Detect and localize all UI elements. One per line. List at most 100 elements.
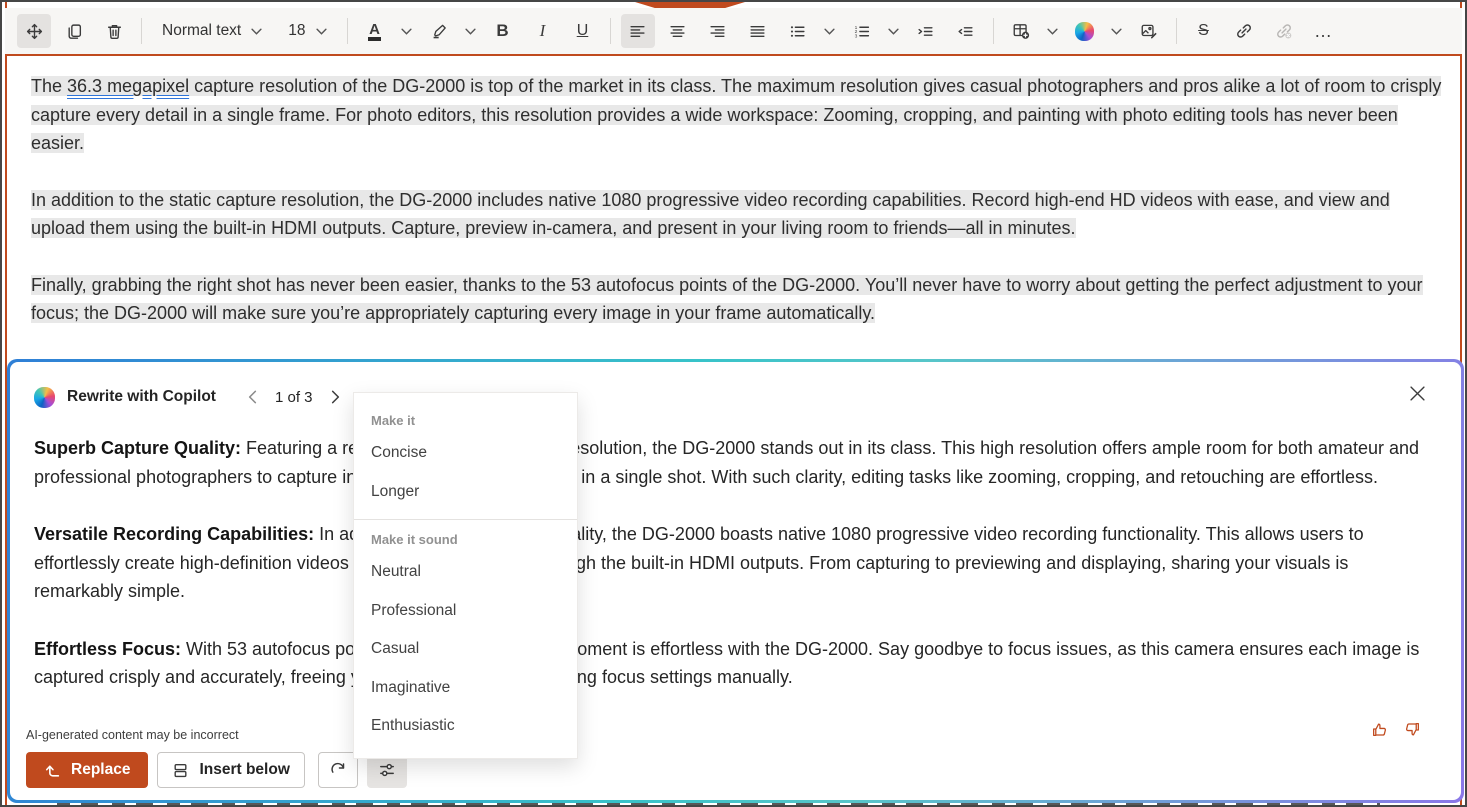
font-size-dropdown[interactable]: 18 [278, 14, 336, 48]
strikethrough-icon: S [1198, 22, 1209, 40]
menu-item-enthusiastic[interactable]: Enthusiastic [354, 707, 577, 746]
adjust-icon [378, 761, 396, 779]
align-center-button[interactable] [661, 14, 695, 48]
toolbar-divider [141, 18, 142, 44]
feedback-buttons [1371, 721, 1421, 738]
copilot-icon [34, 387, 55, 408]
panel-title: Rewrite with Copilot [67, 388, 216, 406]
delete-button[interactable] [97, 14, 131, 48]
chevron-left-icon [248, 390, 257, 404]
justify-button[interactable] [741, 14, 775, 48]
copy-icon [66, 23, 83, 40]
copilot-button[interactable] [1068, 14, 1102, 48]
chevron-down-icon [316, 28, 327, 35]
suggestion-paragraph: Effortless Focus: With 53 autofocus poin… [34, 635, 1429, 692]
menu-item-neutral[interactable]: Neutral [354, 553, 577, 592]
image-edit-button[interactable] [1132, 14, 1166, 48]
replace-icon [44, 762, 61, 779]
menu-item-casual[interactable]: Casual [354, 630, 577, 669]
outdent-icon [957, 23, 974, 40]
close-panel-button[interactable] [1410, 386, 1425, 401]
bold-button[interactable]: B [486, 14, 520, 48]
regenerate-button[interactable] [318, 752, 358, 788]
suggestion-underlined-term[interactable]: 36.3 megapixel [67, 76, 189, 96]
increase-indent-button[interactable] [909, 14, 943, 48]
move-button[interactable] [17, 14, 51, 48]
bullet-list-icon [789, 23, 806, 40]
toolbar-divider [347, 18, 348, 44]
chevron-down-icon [1047, 28, 1058, 35]
italic-button[interactable]: I [526, 14, 560, 48]
highlight-dropdown[interactable] [462, 14, 480, 48]
paragraph-2: In addition to the static capture resolu… [31, 186, 1446, 243]
align-left-button[interactable] [621, 14, 655, 48]
numbered-list-button[interactable]: 123 [845, 14, 879, 48]
copilot-dropdown[interactable] [1108, 14, 1126, 48]
pagination-counter: 1 of 3 [275, 389, 313, 406]
menu-item-professional[interactable]: Professional [354, 592, 577, 631]
suggestion-paragraph: Superb Capture Quality: Featuring a rema… [34, 434, 1429, 491]
font-color-dropdown[interactable] [398, 14, 416, 48]
menu-item-imaginative[interactable]: Imaginative [354, 669, 577, 708]
link-button[interactable] [1227, 14, 1261, 48]
link-icon [1235, 22, 1253, 40]
insert-below-icon [172, 762, 189, 779]
document-text[interactable]: The 36.3 megapixel capture resolution of… [31, 72, 1446, 356]
insert-below-button[interactable]: Insert below [157, 752, 304, 788]
text-style-dropdown[interactable]: Normal text [152, 14, 272, 48]
highlight-button[interactable] [422, 14, 456, 48]
selected-text: In addition to the static capture resolu… [31, 190, 1390, 239]
bullet-list-button[interactable] [781, 14, 815, 48]
copilot-rewrite-panel: Rewrite with Copilot 1 of 3 Superb Captu… [7, 359, 1464, 803]
previous-suggestion-button[interactable] [242, 390, 263, 404]
align-right-button[interactable] [701, 14, 735, 48]
underline-button[interactable]: U [566, 14, 600, 48]
selected-text: Finally, grabbing the right shot has nev… [31, 275, 1423, 324]
indent-icon [917, 23, 934, 40]
font-color-icon: A [368, 22, 381, 41]
numbered-list-dropdown[interactable] [885, 14, 903, 48]
menu-divider [354, 519, 577, 520]
more-options-button[interactable]: … [1307, 14, 1341, 48]
bullet-list-dropdown[interactable] [821, 14, 839, 48]
next-suggestion-button[interactable] [325, 390, 346, 404]
font-color-button[interactable]: A [358, 14, 392, 48]
chevron-down-icon [401, 28, 412, 35]
action-buttons: Replace Insert below [26, 752, 407, 788]
justify-icon [749, 23, 766, 40]
selected-text: The 36.3 megapixel capture resolution of… [31, 76, 1441, 153]
panel-header: Rewrite with Copilot 1 of 3 [34, 382, 1439, 412]
text-box-border [7, 54, 1460, 56]
unlink-button[interactable] [1267, 14, 1301, 48]
tone-menu: Make it Concise Longer Make it sound Neu… [353, 392, 578, 759]
replace-button[interactable]: Replace [26, 752, 148, 788]
menu-section-header: Make it [354, 403, 577, 434]
menu-section-header: Make it sound [354, 522, 577, 553]
thumbs-down-button[interactable] [1404, 721, 1421, 738]
svg-text:3: 3 [855, 33, 858, 39]
image-edit-icon [1140, 22, 1158, 40]
copilot-icon [1075, 22, 1094, 41]
align-center-icon [669, 23, 686, 40]
move-icon [26, 23, 43, 40]
numbered-list-icon: 123 [853, 23, 870, 40]
paragraph-3: Finally, grabbing the right shot has nev… [31, 271, 1446, 328]
decrease-indent-button[interactable] [949, 14, 983, 48]
menu-item-concise[interactable]: Concise [354, 434, 577, 473]
thumbs-down-icon [1404, 721, 1421, 738]
menu-item-longer[interactable]: Longer [354, 473, 577, 512]
unlink-icon [1275, 22, 1293, 40]
table-dropdown[interactable] [1044, 14, 1062, 48]
strikethrough-button[interactable]: S [1187, 14, 1221, 48]
bold-icon: B [496, 21, 508, 41]
insert-table-icon [1012, 22, 1030, 40]
align-left-icon [629, 23, 646, 40]
highlighter-icon [430, 22, 448, 40]
chevron-down-icon [1111, 28, 1122, 35]
thumbs-up-button[interactable] [1371, 721, 1388, 738]
paragraph-1: The 36.3 megapixel capture resolution of… [31, 72, 1446, 158]
regenerate-icon [329, 761, 347, 779]
chevron-right-icon [331, 390, 340, 404]
copy-button[interactable] [57, 14, 91, 48]
insert-table-button[interactable] [1004, 14, 1038, 48]
